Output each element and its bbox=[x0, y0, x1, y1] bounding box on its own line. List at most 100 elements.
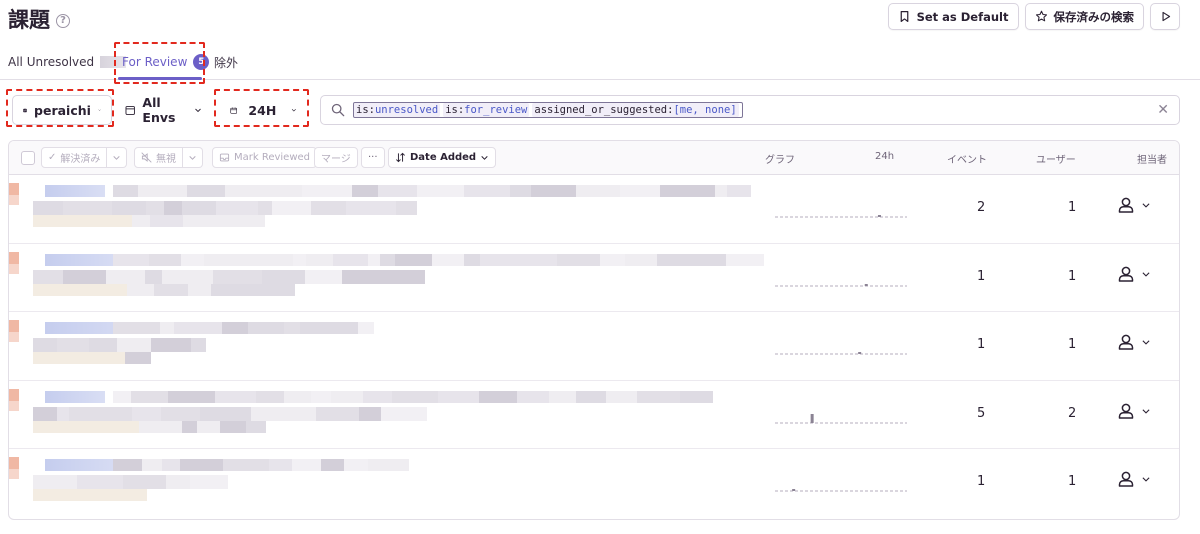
window-icon bbox=[125, 105, 135, 115]
time-range-label: 24H bbox=[248, 102, 277, 118]
tab-for-review[interactable]: For Review 5 bbox=[122, 52, 210, 72]
saved-searches-button[interactable]: 保存済みの検索 bbox=[1024, 3, 1144, 30]
assignee-selector[interactable] bbox=[1117, 265, 1151, 283]
issue-row[interactable]: 52 bbox=[9, 381, 1179, 449]
graph-bar bbox=[864, 283, 868, 286]
redacted-issue-content bbox=[9, 381, 769, 449]
ellipsis-icon: ··· bbox=[368, 152, 378, 163]
user-count: 2 bbox=[1068, 405, 1077, 421]
graph-bar bbox=[792, 489, 796, 491]
search-query[interactable]: is: unresolved is: for_review assigned_or_… bbox=[353, 102, 743, 118]
user-count: 1 bbox=[1068, 337, 1077, 352]
user-icon bbox=[1118, 334, 1134, 350]
clear-search-icon[interactable]: ✕ bbox=[1157, 102, 1169, 118]
select-all-checkbox[interactable] bbox=[21, 151, 35, 165]
merge-label: マージ bbox=[321, 154, 351, 165]
event-graph bbox=[775, 283, 907, 286]
project-name: peraichi bbox=[34, 102, 91, 118]
play-button[interactable] bbox=[1150, 3, 1180, 30]
active-tab-indicator bbox=[118, 77, 202, 80]
issue-row[interactable]: 11 bbox=[9, 244, 1179, 312]
help-icon[interactable]: ? bbox=[56, 13, 70, 28]
time-range-selector[interactable]: 24H bbox=[220, 95, 307, 125]
play-icon bbox=[1161, 11, 1170, 22]
ignore-button[interactable]: 無視 bbox=[134, 147, 183, 168]
chevron-down-icon bbox=[1142, 408, 1150, 414]
search-token[interactable]: assigned_or_suggested: [me, none] bbox=[532, 103, 739, 117]
chevron-down-icon bbox=[1142, 477, 1150, 482]
check-icon: ✓ bbox=[48, 152, 57, 163]
ignore-label: 無視 bbox=[156, 154, 176, 165]
code-project-icon bbox=[23, 108, 27, 112]
search-token[interactable]: is: for_review bbox=[443, 103, 530, 117]
sort-label: Date Added bbox=[410, 152, 477, 163]
mark-reviewed-button[interactable]: Mark Reviewed bbox=[212, 147, 318, 168]
tab-label: 除外 bbox=[214, 55, 239, 70]
bookmark-icon bbox=[900, 11, 908, 22]
chevron-down-icon bbox=[1142, 340, 1150, 345]
event-graph bbox=[775, 215, 907, 218]
sort-dropdown-button[interactable]: Date Added bbox=[388, 147, 497, 168]
resolve-button[interactable]: ✓ 解決済み bbox=[41, 147, 108, 168]
event-count: 2 bbox=[977, 200, 986, 215]
tab-label: For Review bbox=[122, 55, 188, 69]
merge-group: マージ bbox=[314, 147, 358, 168]
chevron-down-icon bbox=[1142, 271, 1150, 277]
column-events[interactable]: イベント bbox=[947, 151, 987, 166]
resolve-dropdown-button[interactable] bbox=[107, 147, 128, 168]
resolve-button-group: ✓ 解決済み bbox=[41, 147, 128, 168]
user-count: 1 bbox=[1068, 268, 1077, 284]
assignee-selector[interactable] bbox=[1117, 196, 1151, 214]
chevron-down-icon bbox=[195, 108, 201, 113]
project-selector[interactable]: peraichi bbox=[12, 95, 112, 125]
assignee-selector[interactable] bbox=[1117, 333, 1151, 351]
redacted-issue-content bbox=[9, 312, 769, 380]
issue-row[interactable]: 11 bbox=[9, 312, 1179, 381]
more-actions-group: ··· bbox=[361, 147, 385, 168]
user-count: 1 bbox=[1068, 200, 1077, 215]
tab-ignored[interactable]: 除外 bbox=[214, 52, 238, 72]
environment-label: All Envs bbox=[142, 95, 176, 125]
user-icon bbox=[1118, 197, 1134, 213]
event-graph bbox=[775, 489, 907, 492]
chevron-down-icon bbox=[292, 109, 297, 112]
page-title: 課題 ? bbox=[8, 4, 70, 34]
chevron-down-icon bbox=[189, 156, 196, 160]
more-actions-button[interactable]: ··· bbox=[361, 147, 385, 168]
event-count: 1 bbox=[977, 474, 986, 489]
ignore-dropdown-button[interactable] bbox=[183, 147, 203, 168]
graph-bar bbox=[858, 352, 862, 354]
user-icon bbox=[1118, 403, 1134, 419]
graph-bar bbox=[877, 215, 881, 217]
inbox-icon bbox=[219, 153, 230, 162]
assignee-selector[interactable] bbox=[1117, 402, 1151, 420]
environment-selector[interactable]: All Envs bbox=[115, 95, 212, 125]
assignee-selector[interactable] bbox=[1117, 470, 1151, 488]
tab-all-unresolved[interactable]: All Unresolved bbox=[8, 52, 127, 72]
column-graph: グラフ bbox=[765, 155, 795, 166]
tab-count-badge: 5 bbox=[193, 54, 210, 70]
issue-list-panel: ✓ 解決済み 無視 Mark Reviewed マージ ··· Date Add… bbox=[8, 140, 1180, 520]
chevron-down-icon bbox=[113, 156, 121, 160]
sort-icon bbox=[396, 152, 405, 163]
event-count: 1 bbox=[977, 268, 986, 284]
chevron-down-icon bbox=[481, 156, 488, 160]
issue-rows: 2111115211 bbox=[9, 175, 1179, 518]
mark-reviewed-label: Mark Reviewed bbox=[234, 152, 311, 163]
saved-searches-label: 保存済みの検索 bbox=[1053, 9, 1135, 24]
search-icon bbox=[331, 103, 345, 117]
issue-search-bar[interactable]: is: unresolved is: for_review assigned_or_… bbox=[320, 95, 1180, 125]
set-as-default-button[interactable]: Set as Default bbox=[887, 3, 1019, 30]
merge-button[interactable]: マージ bbox=[314, 147, 358, 168]
column-users[interactable]: ユーザー bbox=[1036, 151, 1076, 166]
issue-row[interactable]: 21 bbox=[9, 175, 1179, 244]
redacted-issue-content bbox=[9, 449, 769, 517]
sort-group: Date Added bbox=[388, 147, 497, 168]
issue-row[interactable]: 11 bbox=[9, 449, 1179, 518]
page-title-text: 課題 bbox=[8, 8, 50, 32]
search-token[interactable]: is: unresolved bbox=[354, 103, 441, 117]
column-period[interactable]: 24h bbox=[875, 151, 894, 162]
calendar-icon bbox=[230, 106, 238, 114]
ignore-button-group: 無視 bbox=[134, 147, 203, 168]
user-icon bbox=[1118, 471, 1134, 487]
